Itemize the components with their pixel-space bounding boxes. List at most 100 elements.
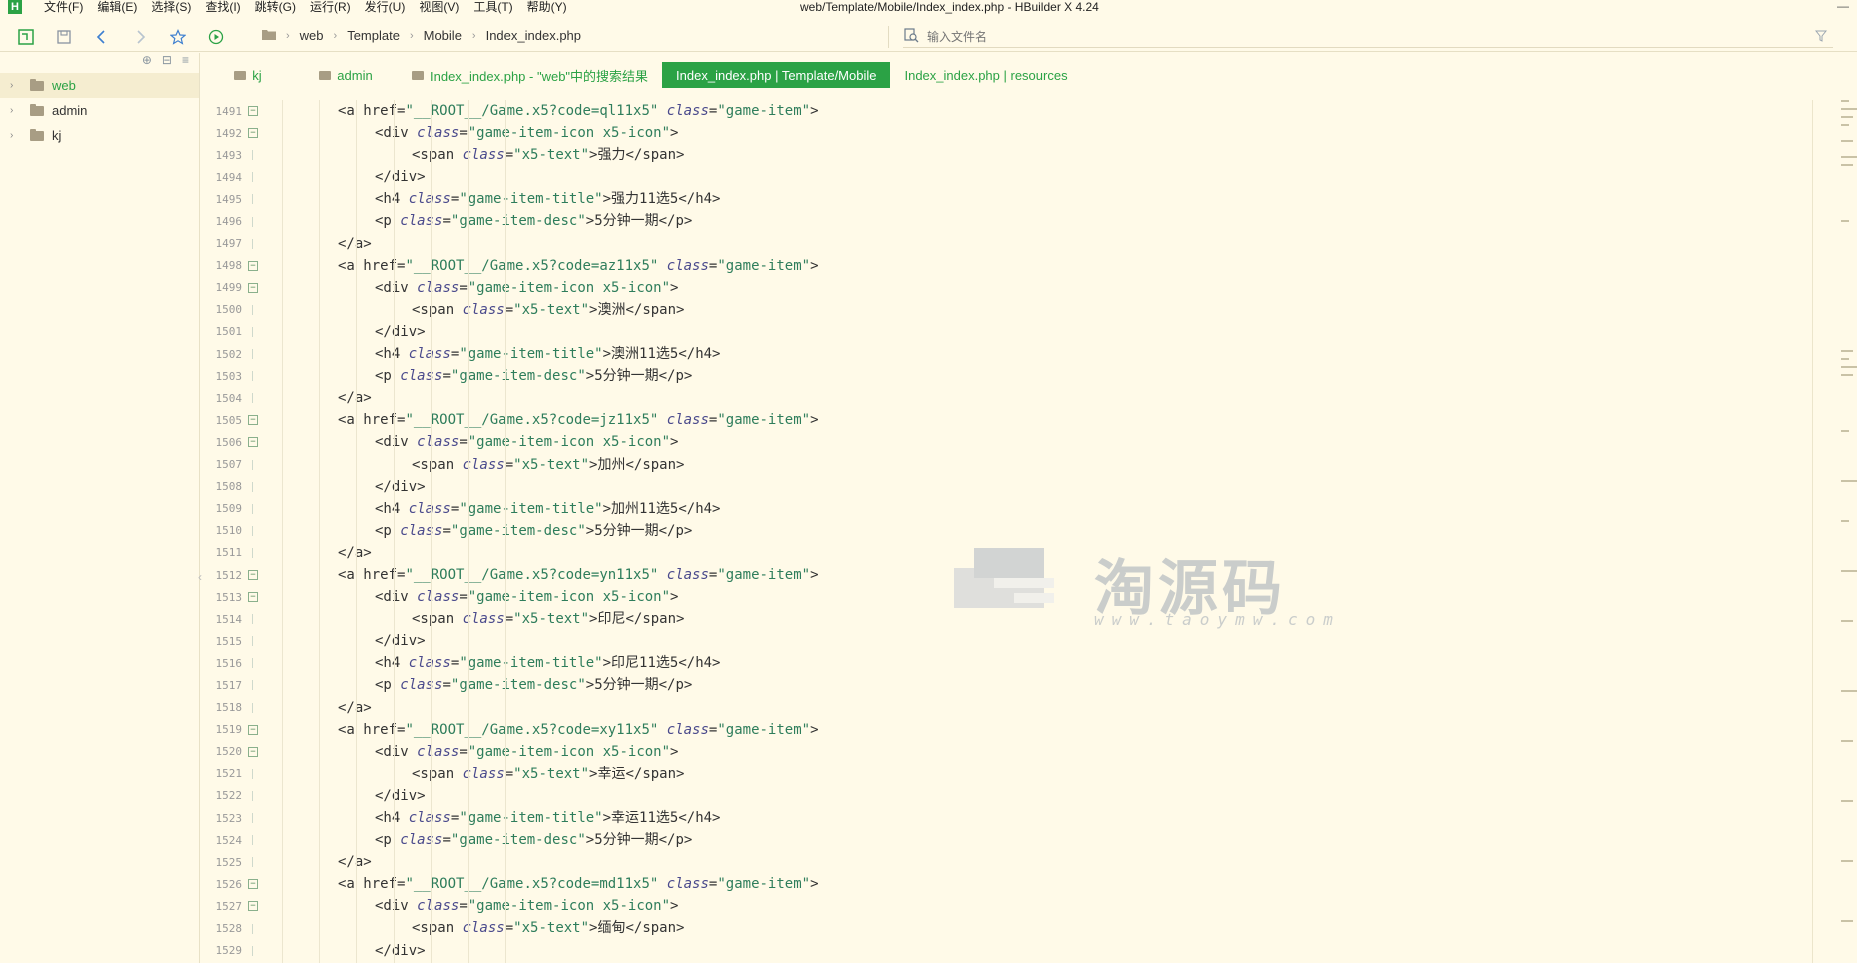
menu-item[interactable]: 文件(F)	[44, 0, 83, 14]
code-line[interactable]: <div class="game-item-icon x5-icon">	[264, 431, 1804, 453]
fold-toggle-icon[interactable]: −	[248, 724, 258, 735]
menu-item[interactable]: 视图(V)	[419, 0, 459, 14]
code-line[interactable]: </a>	[264, 233, 1804, 255]
star-icon[interactable]	[166, 25, 190, 49]
fold-toggle-icon[interactable]: −	[248, 260, 258, 271]
code-line[interactable]: <span class="x5-text">缅甸</span>	[264, 917, 1804, 939]
code-line[interactable]: <a href="__ROOT__/Game.x5?code=az11x5" c…	[264, 255, 1804, 277]
code-line[interactable]: <a href="__ROOT__/Game.x5?code=xy11x5" c…	[264, 719, 1804, 741]
code-area[interactable]: <a href="__ROOT__/Game.x5?code=ql11x5" c…	[264, 100, 1804, 962]
menu-item[interactable]: 工具(T)	[473, 0, 512, 14]
fold-toggle-icon[interactable]: −	[248, 106, 258, 117]
code-line[interactable]: <span class="x5-text">印尼</span>	[264, 608, 1804, 630]
code-token: >	[670, 279, 679, 296]
code-line[interactable]: </a>	[264, 387, 1804, 409]
code-line[interactable]: <span class="x5-text">加州</span>	[264, 454, 1804, 476]
code-line[interactable]: </div>	[264, 785, 1804, 807]
tree-item-web[interactable]: › web	[0, 73, 199, 98]
fold-toggle-icon[interactable]: −	[248, 128, 258, 139]
editor-tab[interactable]: Index_index.php | Template/Mobile	[662, 62, 891, 88]
code-line[interactable]: <p class="game-item-desc">5分钟一期</p>	[264, 520, 1804, 542]
menu-item[interactable]: 帮助(Y)	[527, 0, 567, 14]
code-line[interactable]: <span class="x5-text">幸运</span>	[264, 763, 1804, 785]
line-number: 1492	[215, 126, 243, 140]
menu-item[interactable]: 运行(R)	[310, 0, 351, 14]
code-line[interactable]: <div class="game-item-icon x5-icon">	[264, 586, 1804, 608]
code-editor[interactable]: 1491−1492−1493 1494 1495 1496 1497 1498−1499−…	[202, 100, 1812, 963]
code-line[interactable]: </div>	[264, 940, 1804, 962]
breadcrumb-item[interactable]: web	[300, 28, 324, 43]
code-line[interactable]: <h4 class="game-item-title">强力11选5</h4>	[264, 188, 1804, 210]
tree-item-admin[interactable]: › admin	[0, 98, 199, 123]
fold-toggle-icon[interactable]: −	[248, 879, 258, 890]
file-name-input[interactable]	[927, 29, 1777, 44]
fold-toggle-icon[interactable]: −	[248, 570, 258, 581]
gutter-row: 1509	[202, 498, 264, 520]
code-line[interactable]: <p class="game-item-desc">5分钟一期</p>	[264, 365, 1804, 387]
minimize-button[interactable]: —	[1837, 0, 1849, 12]
code-line[interactable]: <a href="__ROOT__/Game.x5?code=ql11x5" c…	[264, 100, 1804, 122]
collapse-all-icon[interactable]: ⊟	[162, 53, 172, 73]
code-line[interactable]: <p class="game-item-desc">5分钟一期</p>	[264, 674, 1804, 696]
forward-arrow-icon[interactable]	[128, 25, 152, 49]
menu-item[interactable]: 跳转(G)	[255, 0, 296, 14]
fold-toggle-icon[interactable]: −	[248, 901, 258, 912]
code-line[interactable]: <h4 class="game-item-title">印尼11选5</h4>	[264, 652, 1804, 674]
fold-toggle-icon[interactable]: −	[248, 746, 258, 757]
code-line[interactable]: </div>	[264, 321, 1804, 343]
code-line[interactable]: </a>	[264, 851, 1804, 873]
menu-icon[interactable]: ≡	[182, 53, 189, 73]
code-line[interactable]: <a href="__ROOT__/Game.x5?code=md11x5" c…	[264, 873, 1804, 895]
menu-item[interactable]: 编辑(E)	[97, 0, 137, 14]
code-line[interactable]: </div>	[264, 476, 1804, 498]
chevron-right-icon[interactable]: ›	[10, 130, 24, 141]
run-icon[interactable]	[204, 25, 228, 49]
code-line[interactable]: <div class="game-item-icon x5-icon">	[264, 122, 1804, 144]
locate-icon[interactable]: ⊕	[142, 53, 152, 73]
code-line[interactable]: </a>	[264, 542, 1804, 564]
code-token: class	[408, 655, 451, 672]
code-line[interactable]: <a href="__ROOT__/Game.x5?code=yn11x5" c…	[264, 564, 1804, 586]
editor-tab[interactable]: Index_index.php - "web"中的搜索结果	[398, 62, 662, 88]
menu-item[interactable]: 发行(U)	[365, 0, 406, 14]
code-line[interactable]: <h4 class="game-item-title">澳洲11选5</h4>	[264, 343, 1804, 365]
chevron-right-icon[interactable]: ›	[10, 105, 24, 116]
code-line[interactable]: <span class="x5-text">强力</span>	[264, 144, 1804, 166]
fold-toggle-icon[interactable]: −	[248, 592, 258, 603]
menu-item[interactable]: 查找(I)	[205, 0, 240, 14]
breadcrumb-item[interactable]: Template	[347, 28, 400, 43]
code-line[interactable]: </div>	[264, 166, 1804, 188]
code-line[interactable]: <div class="game-item-icon x5-icon">	[264, 895, 1804, 917]
code-line[interactable]: <a href="__ROOT__/Game.x5?code=jz11x5" c…	[264, 409, 1804, 431]
fold-toggle-icon[interactable]: −	[248, 437, 258, 448]
code-line[interactable]: <div class="game-item-icon x5-icon">	[264, 277, 1804, 299]
code-token: </h4>	[678, 810, 721, 826]
back-arrow-icon[interactable]	[90, 25, 114, 49]
code-line[interactable]: <h4 class="game-item-title">加州11选5</h4>	[264, 498, 1804, 520]
code-line[interactable]: <p class="game-item-desc">5分钟一期</p>	[264, 210, 1804, 232]
tree-item-kj[interactable]: › kj	[0, 123, 199, 148]
code-line[interactable]: <p class="game-item-desc">5分钟一期</p>	[264, 829, 1804, 851]
code-token: =	[504, 765, 514, 782]
save-icon[interactable]	[52, 25, 76, 49]
fold-guide	[252, 835, 258, 846]
code-line[interactable]: <span class="x5-text">澳洲</span>	[264, 299, 1804, 321]
code-line[interactable]: <h4 class="game-item-title">幸运11选5</h4>	[264, 807, 1804, 829]
breadcrumb-item[interactable]: Mobile	[424, 28, 462, 43]
fold-toggle-icon[interactable]: −	[248, 415, 258, 426]
editor-tab[interactable]: Index_index.php | resources	[890, 62, 1081, 88]
menu-item[interactable]: 选择(S)	[151, 0, 191, 14]
code-line[interactable]: </div>	[264, 630, 1804, 652]
fold-toggle-icon[interactable]: −	[248, 282, 258, 293]
line-number-gutter: 1491−1492−1493 1494 1495 1496 1497 1498−1499−…	[202, 100, 264, 962]
editor-tab[interactable]: admin	[294, 62, 398, 88]
overview-mark	[1841, 920, 1853, 922]
editor-tab[interactable]: kj	[202, 62, 294, 88]
overview-ruler[interactable]	[1812, 100, 1857, 963]
code-line[interactable]: </a>	[264, 697, 1804, 719]
filter-icon[interactable]	[1814, 30, 1828, 45]
chevron-right-icon[interactable]: ›	[10, 80, 24, 91]
code-line[interactable]: <div class="game-item-icon x5-icon">	[264, 741, 1804, 763]
breadcrumb-item[interactable]: Index_index.php	[486, 28, 581, 43]
project-icon[interactable]	[14, 25, 38, 49]
